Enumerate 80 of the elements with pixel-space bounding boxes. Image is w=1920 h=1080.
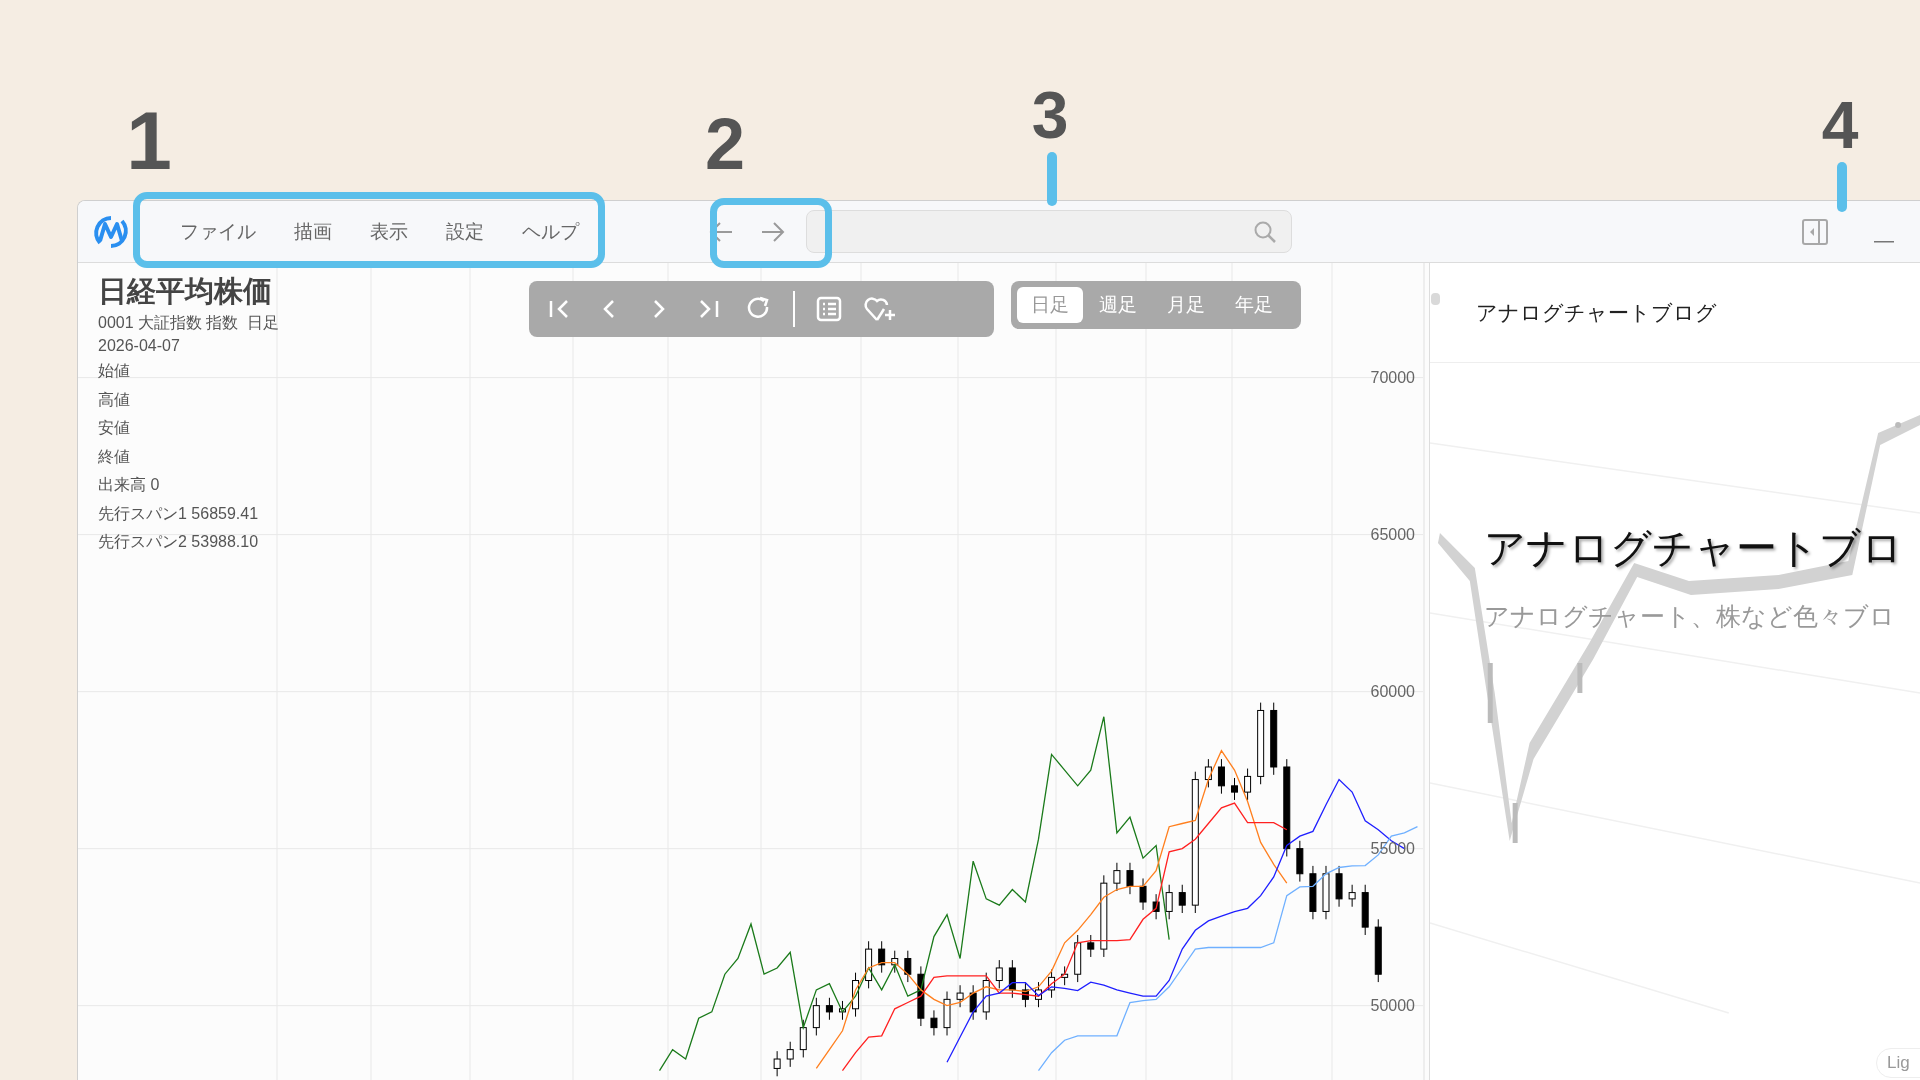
- axis-label: 60000: [1369, 681, 1415, 702]
- candlestick: [1178, 884, 1186, 914]
- menu-item[interactable]: 表示: [353, 217, 425, 246]
- candlestick: [865, 940, 873, 989]
- candlestick: [1021, 981, 1029, 1008]
- callout-number: 2: [703, 108, 746, 180]
- candlestick: [1126, 862, 1134, 895]
- candlestick: [825, 997, 833, 1021]
- chart-date: 2026-04-07: [98, 336, 181, 356]
- candlestick: [1335, 865, 1343, 908]
- candlestick: [956, 984, 964, 1008]
- candlestick: [1309, 865, 1317, 920]
- candlestick: [839, 1000, 846, 1021]
- callout-number: 1: [125, 100, 173, 182]
- instrument-subtitle: 0001 大証指数 指数 日足: [98, 313, 280, 333]
- candlestick: [799, 1019, 807, 1058]
- candlestick: [904, 950, 912, 983]
- axis-label: 50000: [1369, 995, 1415, 1016]
- candlestick: [1322, 865, 1330, 920]
- candlestick: [1361, 884, 1369, 936]
- info-line: 先行スパン2 53988.10: [98, 532, 260, 552]
- candlestick: [1152, 893, 1160, 920]
- panel-header: アナログチャートブログ: [1476, 299, 1717, 326]
- banner-subtitle: アナログチャート、株など色々ブロ: [1484, 600, 1896, 632]
- candlestick: [1113, 862, 1121, 892]
- candlestick: [1296, 840, 1304, 883]
- info-line: 終値: [98, 446, 131, 467]
- candlestick: [786, 1041, 794, 1068]
- candlestick: [1217, 758, 1225, 795]
- candlestick: [852, 972, 860, 1018]
- callout-number: 3: [1030, 82, 1070, 148]
- candlestick: [878, 940, 886, 974]
- candlestick: [1061, 965, 1069, 986]
- menu-item[interactable]: ファイル: [163, 217, 273, 246]
- candlestick: [773, 1050, 781, 1077]
- candlestick: [982, 972, 990, 1021]
- candlestick: [1244, 768, 1252, 801]
- candlestick: [1231, 777, 1238, 801]
- candlestick: [930, 1009, 938, 1036]
- candlestick: [943, 991, 951, 1036]
- candlestick: [1087, 934, 1095, 958]
- logo-icon: [92, 214, 130, 249]
- search-icon: [1253, 219, 1277, 244]
- info-line: 安値: [98, 418, 131, 438]
- info-line: 先行スパン1 56859.41: [98, 503, 260, 524]
- info-line: 出来高 0: [98, 475, 161, 495]
- info-line: 始値: [98, 361, 131, 381]
- heart-plus-icon[interactable]: [863, 295, 897, 323]
- candlestick: [1139, 877, 1147, 911]
- candlestick: [1348, 884, 1356, 908]
- info-line: 高値: [98, 389, 131, 410]
- candlestick: [1048, 969, 1056, 999]
- candlestick: [995, 959, 1003, 989]
- minimize-icon[interactable]: [1874, 241, 1894, 244]
- axis-label: 65000: [1369, 524, 1415, 545]
- candlestick: [1008, 959, 1016, 999]
- candlestick: [812, 997, 820, 1036]
- candlestick: [1035, 981, 1042, 1008]
- candlestick: [917, 965, 925, 1027]
- callout-number: 4: [1820, 92, 1860, 158]
- callout-tick: [1047, 152, 1057, 206]
- banner-title: アナログチャートブロ: [1484, 524, 1903, 573]
- callout-tick: [1837, 162, 1847, 212]
- theme-badge[interactable]: Lig: [1876, 1048, 1920, 1078]
- menu-item[interactable]: 設定: [429, 217, 501, 246]
- instrument-title: 日経平均株価: [98, 274, 273, 309]
- candlestick: [891, 950, 899, 974]
- candlestick: [1165, 884, 1173, 920]
- candlestick: [1374, 918, 1382, 983]
- scrollbar-thumb[interactable]: [1431, 293, 1440, 305]
- search-field[interactable]: [806, 210, 1292, 253]
- candlestick: [1204, 758, 1212, 788]
- sidebar-toggle-icon[interactable]: [1802, 218, 1828, 245]
- candlestick: [1074, 934, 1082, 983]
- forward-arrow-icon[interactable]: [760, 220, 786, 243]
- candlestick: [969, 984, 977, 1021]
- menu-item[interactable]: 描画: [277, 217, 349, 246]
- menu-item[interactable]: ヘルプ: [505, 217, 596, 246]
- axis-label: 70000: [1369, 367, 1415, 388]
- period-tab[interactable]: 日足: [1017, 287, 1083, 323]
